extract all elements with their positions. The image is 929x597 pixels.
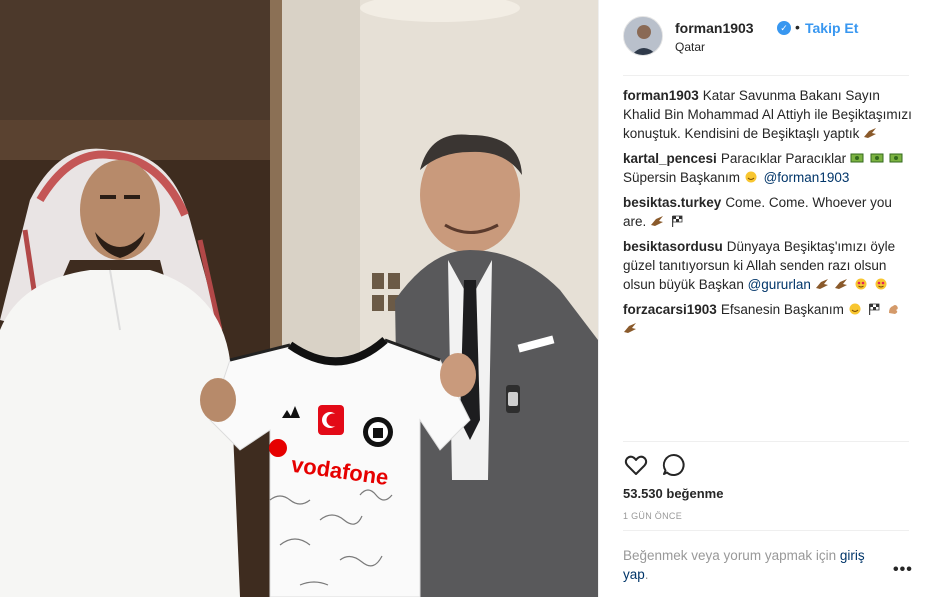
comment-username[interactable]: besiktas.turkey: [623, 195, 721, 210]
post-time[interactable]: 1 GÜN ÖNCE: [623, 511, 682, 521]
comment-username[interactable]: kartal_pencesi: [623, 151, 717, 166]
eagle-icon: [815, 279, 828, 289]
post-photo[interactable]: vodafone: [0, 0, 598, 597]
money-icon: [850, 153, 864, 163]
heart-icon[interactable]: [623, 452, 649, 478]
heart-eyes-icon: [875, 278, 887, 290]
comment-list: forman1903 Katar Savunma Bakanı Sayın Kha…: [623, 86, 913, 446]
comment-item: forzacarsi1903 Efsanesin Başkanım: [623, 300, 913, 338]
comment-mention[interactable]: @gururlan: [748, 277, 811, 292]
comments-divider: [623, 441, 909, 442]
eagle-icon: [624, 323, 636, 333]
comment-text: Paracıklar Paracıklar: [720, 151, 847, 166]
login-suffix: .: [644, 567, 649, 582]
separator-dot: •: [795, 19, 800, 35]
comment-item: kartal_pencesi Paracıklar Paracıklar Süpe…: [623, 149, 913, 187]
comment-username[interactable]: forman1903: [623, 88, 699, 103]
eagle-icon: [651, 216, 664, 226]
eagle-icon: [864, 128, 877, 138]
muscle-icon: [889, 305, 898, 314]
comment-icon[interactable]: [661, 452, 687, 478]
avatar-image: [624, 17, 662, 55]
comment-item: forman1903 Katar Savunma Bakanı Sayın Kha…: [623, 86, 913, 143]
eagle-icon: [835, 279, 848, 289]
verified-icon: ✓: [777, 21, 791, 35]
footer-divider: [623, 530, 909, 531]
flag-icon: [869, 303, 880, 315]
smile-icon: [849, 303, 861, 315]
post-location[interactable]: Qatar: [675, 40, 705, 54]
comment-text-2: Süpersin Başkanım: [623, 170, 741, 185]
post-username[interactable]: forman1903: [675, 20, 754, 36]
heart-eyes-icon: [855, 278, 867, 290]
money-icon: [889, 153, 903, 163]
post-side-panel: forman1903 ✓ • Takip Et Qatar forman1903…: [598, 0, 929, 597]
login-prefix: Beğenmek veya yorum yapmak için: [623, 548, 837, 563]
smile-icon: [745, 171, 757, 183]
comment-item: besiktasordusu Dünyaya Beşiktaş'ımızı öyl…: [623, 237, 913, 294]
money-icon: [870, 153, 884, 163]
comment-mention[interactable]: @forman1903: [764, 170, 850, 185]
photo-illustration: vodafone: [0, 0, 598, 597]
post-header: forman1903 ✓ • Takip Et Qatar: [623, 16, 909, 60]
comment-username[interactable]: besiktasordusu: [623, 239, 723, 254]
like-count[interactable]: 53.530 beğenme: [623, 486, 723, 501]
comment-text: Efsanesin Başkanım: [720, 302, 844, 317]
avatar[interactable]: [623, 16, 663, 56]
more-options-icon[interactable]: •••: [893, 561, 913, 579]
flag-icon: [671, 215, 683, 227]
header-divider: [623, 75, 909, 76]
login-prompt: Beğenmek veya yorum yapmak için giriş ya…: [623, 546, 879, 584]
comment-item: besiktas.turkey Come. Come. Whoever you a…: [623, 193, 913, 231]
follow-button[interactable]: Takip Et: [805, 20, 858, 36]
comment-username[interactable]: forzacarsi1903: [623, 302, 717, 317]
